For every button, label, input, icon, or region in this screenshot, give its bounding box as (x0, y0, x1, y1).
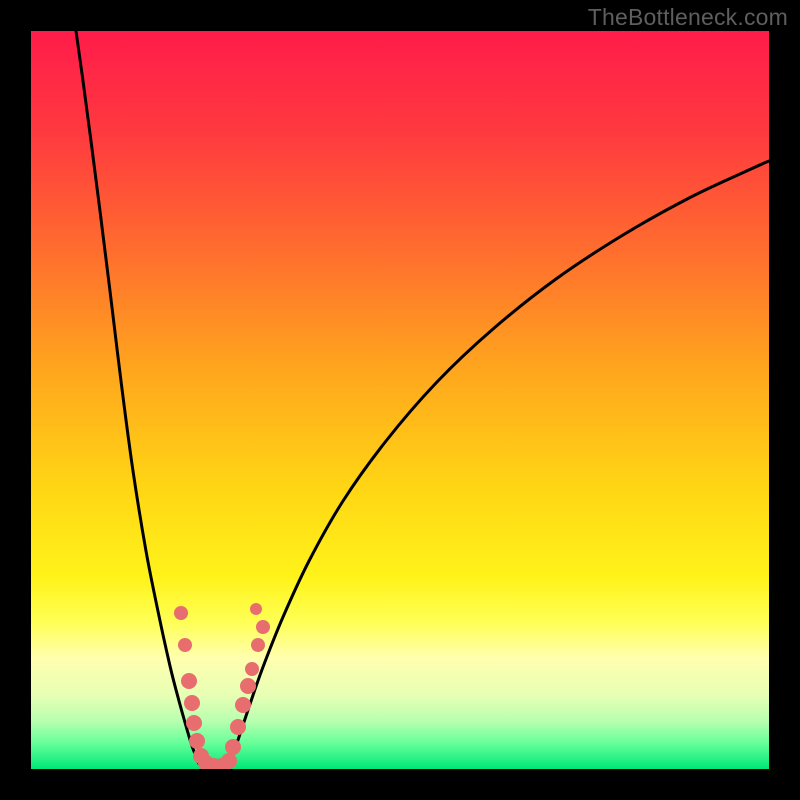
data-dot (250, 603, 262, 615)
data-dot (230, 719, 246, 735)
data-dot (181, 673, 197, 689)
data-dot (225, 739, 241, 755)
data-dot (235, 697, 251, 713)
watermark-text: TheBottleneck.com (588, 4, 788, 31)
data-dot (186, 715, 202, 731)
curves-layer (31, 31, 769, 769)
scatter-dots (174, 603, 270, 769)
plot-area (31, 31, 769, 769)
data-dot (245, 662, 259, 676)
data-dot (174, 606, 188, 620)
data-dot (221, 753, 237, 769)
data-dot (256, 620, 270, 634)
left-curve (76, 31, 203, 768)
data-dot (189, 733, 205, 749)
data-dot (184, 695, 200, 711)
data-dot (251, 638, 265, 652)
chart-frame: TheBottleneck.com (0, 0, 800, 800)
right-curve (227, 161, 769, 768)
data-dot (240, 678, 256, 694)
data-dot (178, 638, 192, 652)
